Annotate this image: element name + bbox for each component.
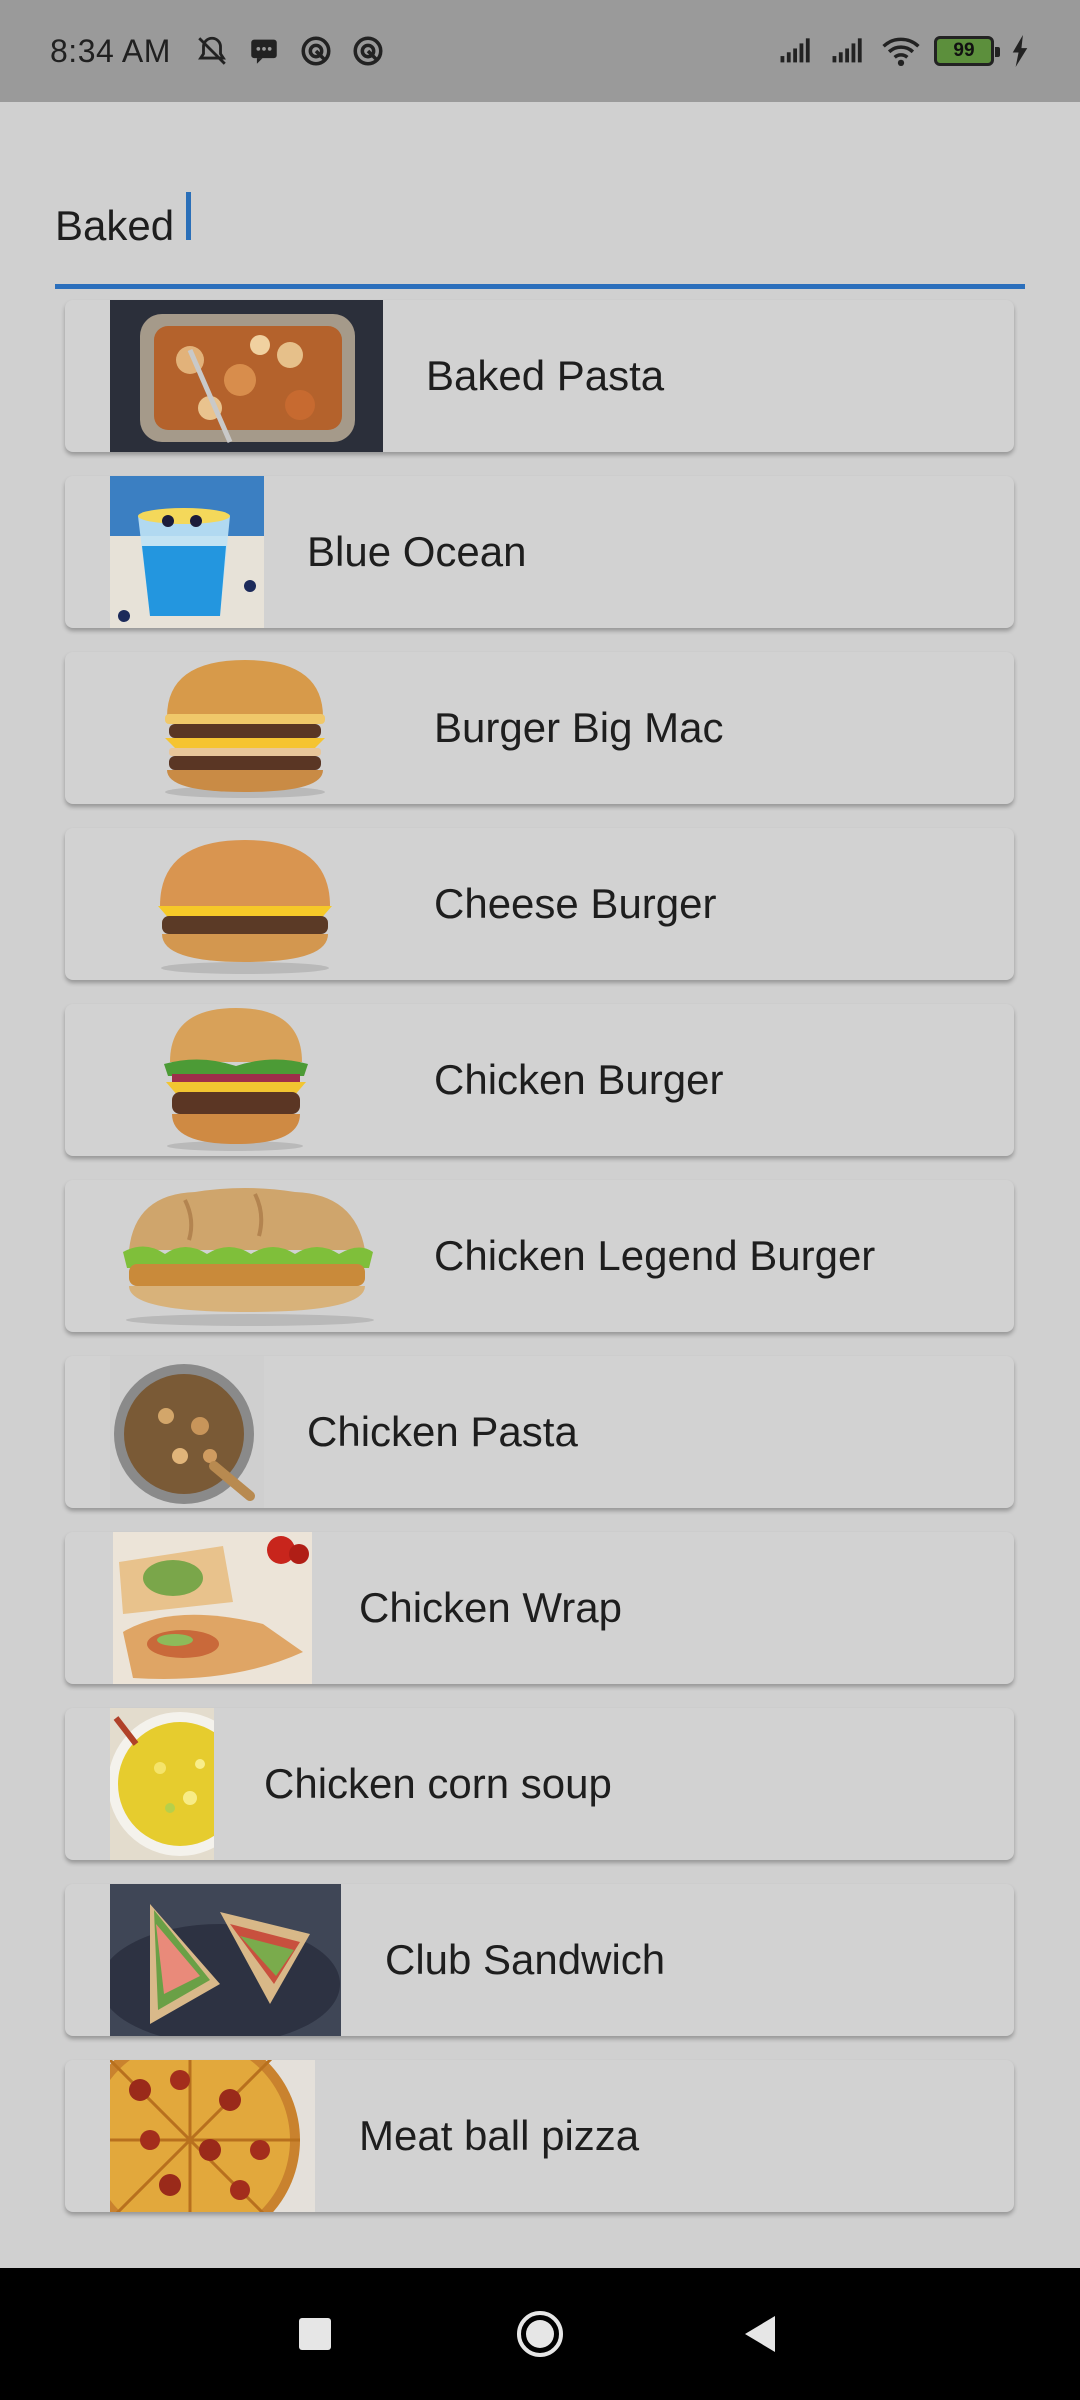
meat-ball-pizza-image [110,2060,315,2212]
item-name: Chicken Burger [434,1056,724,1103]
chicken-wrap-image [113,1532,312,1684]
search-field[interactable] [55,170,1025,292]
navigation-bar [0,2268,1080,2400]
item-name: Burger Big Mac [434,704,724,751]
item-name: Cheese Burger [434,880,717,927]
list-item[interactable]: Club Sandwich [65,1884,1014,2036]
search-underline [55,284,1025,289]
item-name: Meat ball pizza [359,2112,640,2159]
item-name: Blue Ocean [307,528,527,575]
list-item[interactable]: Meat ball pizza [65,2060,1014,2212]
search-input[interactable] [55,188,1025,264]
charging-icon [1008,32,1032,70]
text-cursor [186,192,191,240]
list-item[interactable]: Chicken Legend Burger [65,1180,1014,1332]
list-item[interactable]: Cheese Burger [65,828,1014,980]
chicken-burger-image [160,1004,340,1156]
back-triangle-icon[interactable] [700,2268,820,2400]
recipe-list[interactable]: Baked Pasta Blue Ocean Burger Big Mac Ch… [65,300,1015,2236]
signal-icon [778,32,816,70]
home-circle-icon[interactable] [480,2268,600,2400]
item-name: Club Sandwich [385,1936,666,1983]
app-icon-2 [349,32,387,70]
chicken-pasta-image [110,1356,264,1508]
app-icon-1 [297,32,335,70]
wifi-icon [882,32,920,70]
status-bar: 8:34 AM 99 [0,0,1080,102]
item-name: Baked Pasta [426,352,665,399]
battery-icon: 99 [934,36,1000,66]
item-name: Chicken corn soup [264,1760,612,1807]
battery-level: 99 [953,40,975,61]
item-name: Chicken Wrap [359,1584,622,1631]
status-time: 8:34 AM [50,32,171,69]
list-item[interactable]: Blue Ocean [65,476,1014,628]
item-name: Chicken Legend Burger [434,1232,876,1279]
message-icon [245,32,283,70]
burger-big-mac-image [155,652,355,804]
bell-off-icon [193,32,231,70]
chicken-legend-burger-image [115,1180,385,1332]
list-item[interactable]: Burger Big Mac [65,652,1014,804]
baked-pasta-image [110,300,383,452]
list-item[interactable]: Chicken Burger [65,1004,1014,1156]
chicken-corn-soup-image [110,1708,214,1860]
list-item[interactable]: Chicken corn soup [65,1708,1014,1860]
list-item[interactable]: Baked Pasta [65,300,1014,452]
list-item[interactable]: Chicken Wrap [65,1532,1014,1684]
list-item[interactable]: Chicken Pasta [65,1356,1014,1508]
recents-square-icon[interactable] [255,2268,375,2400]
blue-ocean-image [110,476,264,628]
signal-icon-2 [830,32,868,70]
club-sandwich-image [110,1884,341,2036]
item-name: Chicken Pasta [307,1408,578,1455]
cheese-burger-image [150,828,350,980]
